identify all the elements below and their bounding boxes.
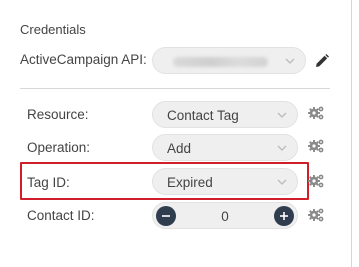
tag-id-value: Expired <box>167 175 213 190</box>
pencil-icon[interactable] <box>314 53 330 69</box>
credential-select[interactable] <box>152 47 306 74</box>
gears-icon[interactable] <box>307 105 325 121</box>
chevron-down-icon <box>277 179 287 185</box>
contact-id-stepper[interactable]: 0 <box>152 202 298 229</box>
node-parameters-panel: Credentials ActiveCampaign API: Resource… <box>0 0 352 267</box>
tag-id-select[interactable]: Expired <box>152 168 298 195</box>
contact-id-label: Contact ID: <box>27 208 95 223</box>
operation-select[interactable]: Add <box>152 134 298 161</box>
plus-icon <box>280 212 288 220</box>
gears-icon[interactable] <box>307 173 325 189</box>
credential-value-redacted <box>173 57 268 67</box>
increment-button[interactable] <box>274 206 294 226</box>
gears-icon[interactable] <box>307 138 325 154</box>
operation-label: Operation: <box>27 140 91 155</box>
gears-icon[interactable] <box>307 207 325 223</box>
resource-value: Contact Tag <box>167 108 239 123</box>
resource-label: Resource: <box>27 107 89 122</box>
chevron-down-icon <box>285 58 295 64</box>
credential-label: ActiveCampaign API: <box>20 52 147 67</box>
resource-select[interactable]: Contact Tag <box>152 101 298 128</box>
operation-value: Add <box>167 141 192 156</box>
chevron-down-icon <box>277 145 287 151</box>
chevron-down-icon <box>277 112 287 118</box>
section-divider <box>20 88 330 89</box>
tag-id-label: Tag ID: <box>27 175 70 190</box>
credentials-section-title: Credentials <box>20 22 86 37</box>
